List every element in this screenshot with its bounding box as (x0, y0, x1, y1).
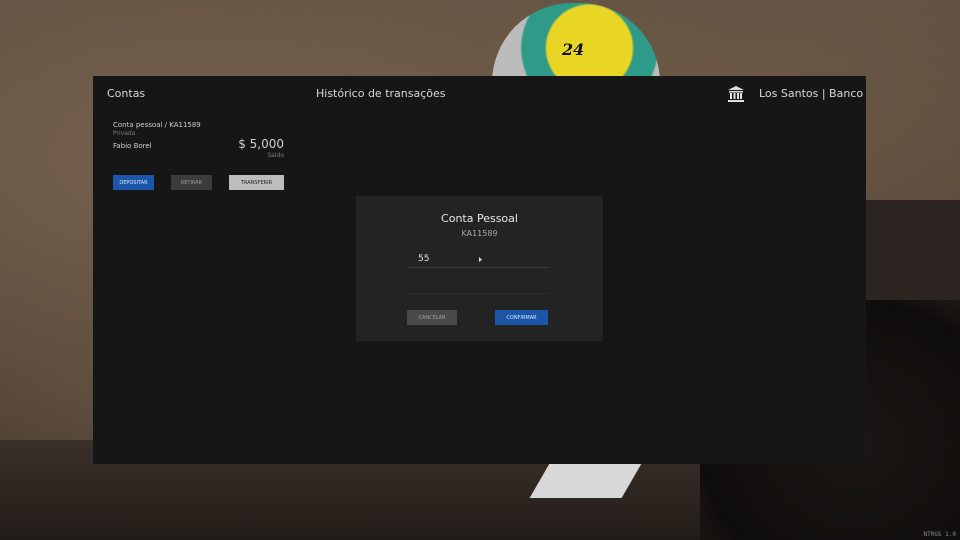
accounts-title[interactable]: Contas (107, 87, 145, 100)
account-label[interactable]: Conta pessoal / KA11589 (113, 121, 201, 129)
target-account-input[interactable] (408, 278, 548, 294)
confirm-button[interactable]: CONFIRMAR (495, 310, 548, 325)
watermark: NTRGS 1.0 (923, 531, 956, 538)
balance-label: Saldo (267, 152, 284, 159)
cap-number: 24 (562, 40, 585, 59)
cancel-button[interactable]: CANCELAR (407, 310, 457, 325)
bank-name: Los Santos | Banco (759, 87, 864, 100)
account-type: Privada (113, 130, 136, 137)
deposit-button[interactable]: DEPOSITAR (113, 175, 154, 190)
withdraw-button[interactable]: RETIRAR (171, 175, 212, 190)
transfer-button[interactable]: TRANSFERIR (229, 175, 284, 190)
panel-header: Contas Histórico de transações Los Santo… (93, 76, 866, 116)
dialog-title: Conta Pessoal (441, 212, 518, 225)
amount-input[interactable] (408, 250, 548, 268)
transaction-history-title[interactable]: Histórico de transações (316, 87, 446, 100)
account-owner: Fabio Borel (113, 142, 152, 150)
dialog-account-number: KA11589 (461, 229, 498, 238)
bank-building-icon (728, 86, 744, 102)
transfer-dialog: Conta Pessoal KA11589 CANCELAR CONFIRMAR (356, 196, 603, 341)
account-balance: $ 5,000 (238, 137, 284, 151)
